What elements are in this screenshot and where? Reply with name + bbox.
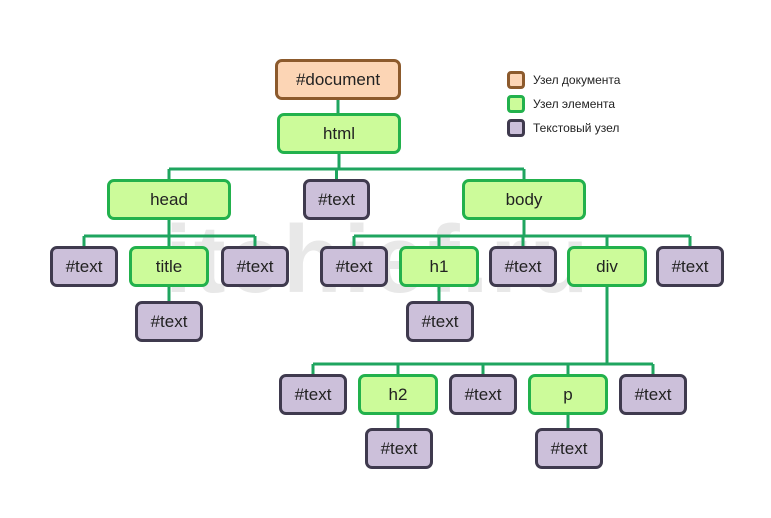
node-h1: h1 [399, 246, 479, 287]
node-label: div [596, 256, 618, 276]
node-label: html [322, 123, 356, 143]
dom-tree-diagram: itchief.ru Узел документа Узел элемента … [0, 0, 771, 518]
node-label: #text [504, 256, 542, 276]
node-text-div-3: #text [619, 374, 687, 415]
node-label: #text [318, 189, 355, 209]
node-head: head [107, 179, 231, 220]
node-label: #text [294, 384, 332, 404]
legend-item-document: Узел документа [507, 68, 620, 92]
node-text-h2: #text [365, 428, 433, 469]
legend-label: Узел элемента [533, 97, 616, 111]
node-label: h1 [429, 256, 449, 276]
node-label: body [505, 189, 543, 209]
node-label: #text [421, 311, 459, 331]
node-label: #text [236, 256, 274, 276]
node-label: #text [671, 256, 709, 276]
node-html: html [277, 113, 401, 154]
node-label: #text [335, 256, 373, 276]
legend-item-element: Узел элемента [507, 92, 620, 116]
node-body: body [462, 179, 586, 220]
node-label: #text [464, 384, 502, 404]
node-label: h2 [388, 384, 408, 404]
legend-swatch-text [507, 119, 525, 137]
node-p: p [528, 374, 608, 415]
node-text-h1: #text [406, 301, 474, 342]
node-text-title: #text [135, 301, 203, 342]
node-document: #document [275, 59, 401, 100]
legend-swatch-document [507, 71, 525, 89]
node-title: title [129, 246, 209, 287]
node-text-body-2: #text [489, 246, 557, 287]
legend-label: Текстовый узел [533, 121, 620, 135]
node-text-head-1: #text [50, 246, 118, 287]
node-label: title [155, 256, 183, 276]
node-label: head [150, 189, 188, 209]
legend: Узел документа Узел элемента Текстовый у… [507, 68, 620, 140]
node-label: p [563, 384, 573, 404]
node-text-body-1: #text [320, 246, 388, 287]
node-text-html: #text [303, 179, 370, 220]
node-label: #text [634, 384, 672, 404]
legend-label: Узел документа [533, 73, 621, 87]
node-h2: h2 [358, 374, 438, 415]
node-text-p: #text [535, 428, 603, 469]
node-label: #text [550, 438, 588, 458]
node-text-head-2: #text [221, 246, 289, 287]
legend-item-text: Текстовый узел [507, 116, 620, 140]
node-label: #text [380, 438, 418, 458]
node-div: div [567, 246, 647, 287]
node-label: #text [65, 256, 103, 276]
node-label: #document [295, 69, 381, 89]
node-text-div-2: #text [449, 374, 517, 415]
node-label: #text [150, 311, 188, 331]
legend-swatch-element [507, 95, 525, 113]
node-text-body-3: #text [656, 246, 724, 287]
node-text-div-1: #text [279, 374, 347, 415]
